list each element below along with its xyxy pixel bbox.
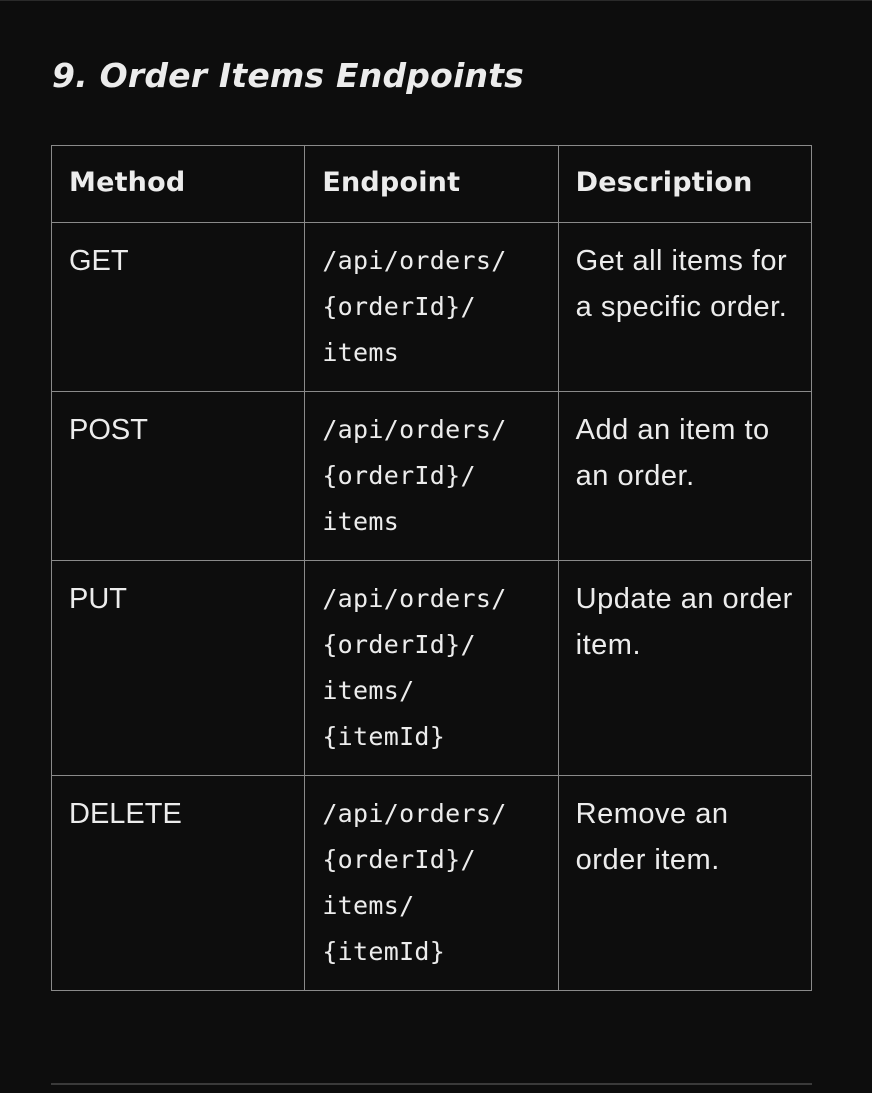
endpoint-segment: {orderId}/	[322, 630, 476, 659]
endpoint-cell: /api/orders/ {orderId}/ items	[304, 391, 559, 561]
endpoint-segment: /api/orders/	[322, 584, 507, 613]
endpoints-table: Method Endpoint Description GET /api/ord…	[50, 145, 813, 991]
endpoint-segment: {orderId}/	[322, 292, 476, 321]
method-cell: POST	[50, 391, 306, 561]
table-row: POST /api/orders/ {orderId}/ items Add a…	[50, 391, 813, 561]
table-row: PUT /api/orders/ {orderId}/ items/ {item…	[50, 560, 813, 776]
description-cell: Remove an order item.	[557, 775, 813, 991]
endpoint-segment: /api/orders/	[322, 799, 507, 828]
section-divider	[51, 1083, 812, 1085]
method-cell: GET	[50, 222, 306, 392]
table-header-row: Method Endpoint Description	[50, 145, 813, 223]
endpoint-cell: /api/orders/ {orderId}/ items	[304, 222, 559, 392]
column-header-description: Description	[557, 145, 813, 223]
endpoint-segment: items	[322, 338, 400, 367]
description-cell: Update an order item.	[557, 560, 813, 776]
table-row: DELETE /api/orders/ {orderId}/ items/ {i…	[50, 775, 813, 991]
column-header-endpoint: Endpoint	[304, 145, 559, 223]
endpoint-cell: /api/orders/ {orderId}/ items/ {itemId}	[304, 560, 559, 776]
section-title: 9. Order Items Endpoints	[52, 56, 525, 95]
endpoint-segment: items/	[322, 891, 415, 920]
endpoint-cell: /api/orders/ {orderId}/ items/ {itemId}	[304, 775, 559, 991]
endpoint-segment: /api/orders/	[322, 246, 507, 275]
top-divider	[0, 0, 872, 1]
method-cell: DELETE	[50, 775, 306, 991]
method-cell: PUT	[50, 560, 306, 776]
endpoint-segment: {orderId}/	[322, 845, 476, 874]
endpoint-segment: {itemId}	[322, 937, 446, 966]
description-cell: Add an item to an order.	[557, 391, 813, 561]
endpoint-segment: items/	[322, 676, 415, 705]
column-header-method: Method	[50, 145, 306, 223]
description-cell: Get all items for a specific order.	[557, 222, 813, 392]
endpoint-segment: items	[322, 507, 400, 536]
table-row: GET /api/orders/ {orderId}/ items Get al…	[50, 222, 813, 392]
endpoint-segment: {orderId}/	[322, 461, 476, 490]
endpoint-segment: /api/orders/	[322, 415, 507, 444]
endpoint-segment: {itemId}	[322, 722, 446, 751]
